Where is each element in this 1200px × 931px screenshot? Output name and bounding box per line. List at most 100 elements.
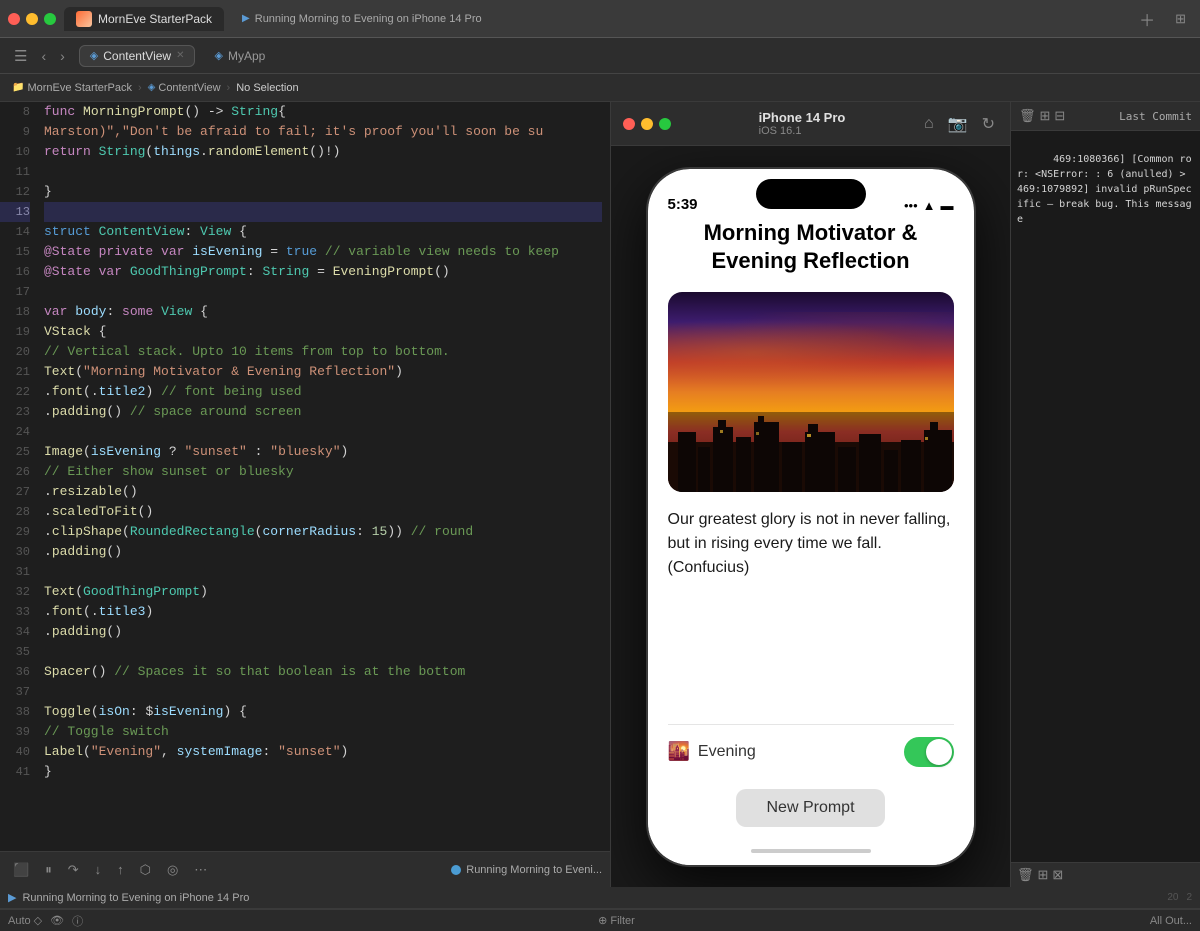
debug-panel: 🗑 ⊞ ⊟ Last Commit 469:1080366] [Common r… <box>1010 102 1200 887</box>
debug-trash-button[interactable]: 🗑 <box>1019 108 1036 124</box>
editor-toolbar: ☰ ‹ › ◈ ContentView ✕ ◈ MyApp <box>0 38 1200 74</box>
battery-icon: ▬ <box>941 198 954 213</box>
nav-buttons: ☰ ‹ › <box>8 44 71 68</box>
code-line-12: } <box>44 182 602 202</box>
debug-trash2-button[interactable]: 🗑 <box>1017 867 1034 883</box>
evening-icon: 🌇 <box>668 741 690 762</box>
code-line-26: // Either show sunset or bluesky <box>44 462 602 482</box>
line-numbers: 8 9 10 11 12 13 14 15 16 17 18 19 20 21 … <box>0 102 36 851</box>
code-line-40: Label("Evening", systemImage: "sunset") <box>44 742 602 762</box>
back-button[interactable]: ‹ <box>35 45 52 67</box>
app-tab[interactable]: MornEve StarterPack <box>64 7 224 31</box>
step-over-button[interactable]: ↷ <box>63 859 84 881</box>
status-right: All Out... <box>1150 915 1192 927</box>
home-button[interactable]: ⌂ <box>921 112 937 136</box>
code-editor[interactable]: 8 9 10 11 12 13 14 15 16 17 18 19 20 21 … <box>0 102 610 851</box>
code-line-22: .font(.title2) // font being used <box>44 382 602 402</box>
minimize-button[interactable] <box>26 13 38 25</box>
step-in-button[interactable]: ↓ <box>90 859 107 880</box>
debug-header-label: Last Commit <box>1119 110 1192 123</box>
breakpoint-button[interactable]: ⬛ <box>8 859 34 881</box>
breadcrumb-sep-1: › <box>138 82 142 94</box>
debug-split-button[interactable]: ⊟ <box>1054 108 1065 124</box>
code-line-21: Text("Morning Motivator & Evening Reflec… <box>44 362 602 382</box>
maximize-button[interactable] <box>44 13 56 25</box>
folder-icon: 📁 <box>12 82 24 93</box>
iphone-container: 5:39 ••• ▲ ▬ Morning Motivator & Evening… <box>611 146 1010 887</box>
scheme-indicator: Running Morning to Eveni... <box>451 864 602 876</box>
breadcrumb-file-icon: ◈ <box>148 82 156 93</box>
running-right: 20 <box>1167 892 1178 903</box>
breadcrumb-file[interactable]: ◈ ContentView <box>148 82 221 94</box>
cloud-layer <box>668 312 954 392</box>
sim-close[interactable] <box>623 118 635 130</box>
app-title: Morning Motivator & Evening Reflection <box>704 219 918 276</box>
forward-button[interactable]: › <box>54 45 71 67</box>
code-line-25: Image(isEvening ? "sunset" : "bluesky") <box>44 442 602 462</box>
toggle-knob <box>926 739 952 765</box>
running-tab[interactable]: ▶ Running Morning to Evening on iPhone 1… <box>230 9 494 29</box>
code-line-32: Text(GoodThingPrompt) <box>44 582 602 602</box>
contentview-close[interactable]: ✕ <box>176 50 184 61</box>
debug-layout-button[interactable]: ⊞ <box>1040 108 1051 124</box>
debug-expand-button[interactable]: ⊠ <box>1052 867 1063 883</box>
code-line-9: Marston)","Don't be afraid to fail; it's… <box>44 122 602 142</box>
pause-button[interactable]: ⏸ <box>40 859 57 881</box>
home-indicator <box>648 837 974 865</box>
status-auto: Auto ◇ <box>8 914 42 927</box>
code-line-38: Toggle(isOn: $isEvening) { <box>44 702 602 722</box>
running-icon: ▶ <box>8 891 16 904</box>
running-text: Running Morning to Evening on iPhone 14 … <box>22 892 249 904</box>
layout-button[interactable]: ⊞ <box>1169 8 1192 30</box>
memory-button[interactable]: ◎ <box>162 859 183 881</box>
code-line-17 <box>44 282 602 302</box>
code-line-18: var body: some View { <box>44 302 602 322</box>
more-button[interactable]: ⋯ <box>189 859 212 881</box>
step-out-button[interactable]: ↑ <box>112 859 129 880</box>
myapp-tab[interactable]: ◈ MyApp <box>203 45 276 67</box>
home-bar <box>751 849 871 853</box>
code-line-15: @State private var isEvening = true // v… <box>44 242 602 262</box>
code-line-31 <box>44 562 602 582</box>
iphone-frame: 5:39 ••• ▲ ▬ Morning Motivator & Evening… <box>646 167 976 867</box>
signal-icon: ••• <box>904 198 918 213</box>
toggle-switch[interactable] <box>904 737 954 767</box>
screenshot-button[interactable]: 📷 <box>945 111 971 137</box>
status-time: 5:39 <box>668 196 698 213</box>
close-button[interactable] <box>8 13 20 25</box>
rotate-button[interactable]: ↻ <box>979 111 998 137</box>
debug-header: 🗑 ⊞ ⊟ Last Commit <box>1011 102 1200 131</box>
code-line-24 <box>44 422 602 442</box>
sim-min[interactable] <box>641 118 653 130</box>
breadcrumb-sep-2: › <box>227 82 231 94</box>
code-line-14: struct ContentView: View { <box>44 222 602 242</box>
breadcrumb-selection: No Selection <box>236 82 298 94</box>
breadcrumb-bar: 📁 MornEve StarterPack › ◈ ContentView › … <box>0 74 1200 102</box>
sim-max[interactable] <box>659 118 671 130</box>
editor-main: 8 9 10 11 12 13 14 15 16 17 18 19 20 21 … <box>0 102 1200 887</box>
xcode-status-bar: Auto ◇ 👁 ⓘ ⊕ Filter All Out... <box>0 909 1200 931</box>
window-controls <box>8 13 56 25</box>
title-bar-right: ＋ ⊞ <box>1133 4 1192 34</box>
evening-label: Evening <box>698 743 756 761</box>
running-tab-label: Running Morning to Evening on iPhone 14 … <box>255 13 482 25</box>
contentview-tab[interactable]: ◈ ContentView ✕ <box>79 45 196 67</box>
status-filter[interactable]: ⊕ Filter <box>91 914 1142 927</box>
sidebar-toggle[interactable]: ☰ <box>8 44 33 68</box>
code-line-16: @State var GoodThingPrompt: String = Eve… <box>44 262 602 282</box>
code-line-23: .padding() // space around screen <box>44 402 602 422</box>
code-line-19: VStack { <box>44 322 602 342</box>
debug-toolbar-bottom: 🗑 ⊞ ⊠ <box>1011 862 1200 887</box>
debug-layout2-button[interactable]: ⊞ <box>1038 867 1049 883</box>
app-tab-label: MornEve StarterPack <box>98 12 212 26</box>
new-prompt-button[interactable]: New Prompt <box>736 789 884 827</box>
share-button[interactable]: ⬡ <box>135 859 156 881</box>
breadcrumb-app[interactable]: 📁 MornEve StarterPack <box>12 82 132 94</box>
code-line-20: // Vertical stack. Upto 10 items from to… <box>44 342 602 362</box>
myapp-file-icon: ◈ <box>214 49 222 62</box>
code-line-8: func MorningPrompt() -> String{ <box>44 102 602 122</box>
bottom-toolbar: ⬛ ⏸ ↷ ↓ ↑ ⬡ ◎ ⋯ Running Morning to Eveni… <box>0 851 610 887</box>
code-area: 8 9 10 11 12 13 14 15 16 17 18 19 20 21 … <box>0 102 610 851</box>
add-tab-button[interactable]: ＋ <box>1133 4 1161 34</box>
wifi-icon: ▲ <box>923 198 936 213</box>
